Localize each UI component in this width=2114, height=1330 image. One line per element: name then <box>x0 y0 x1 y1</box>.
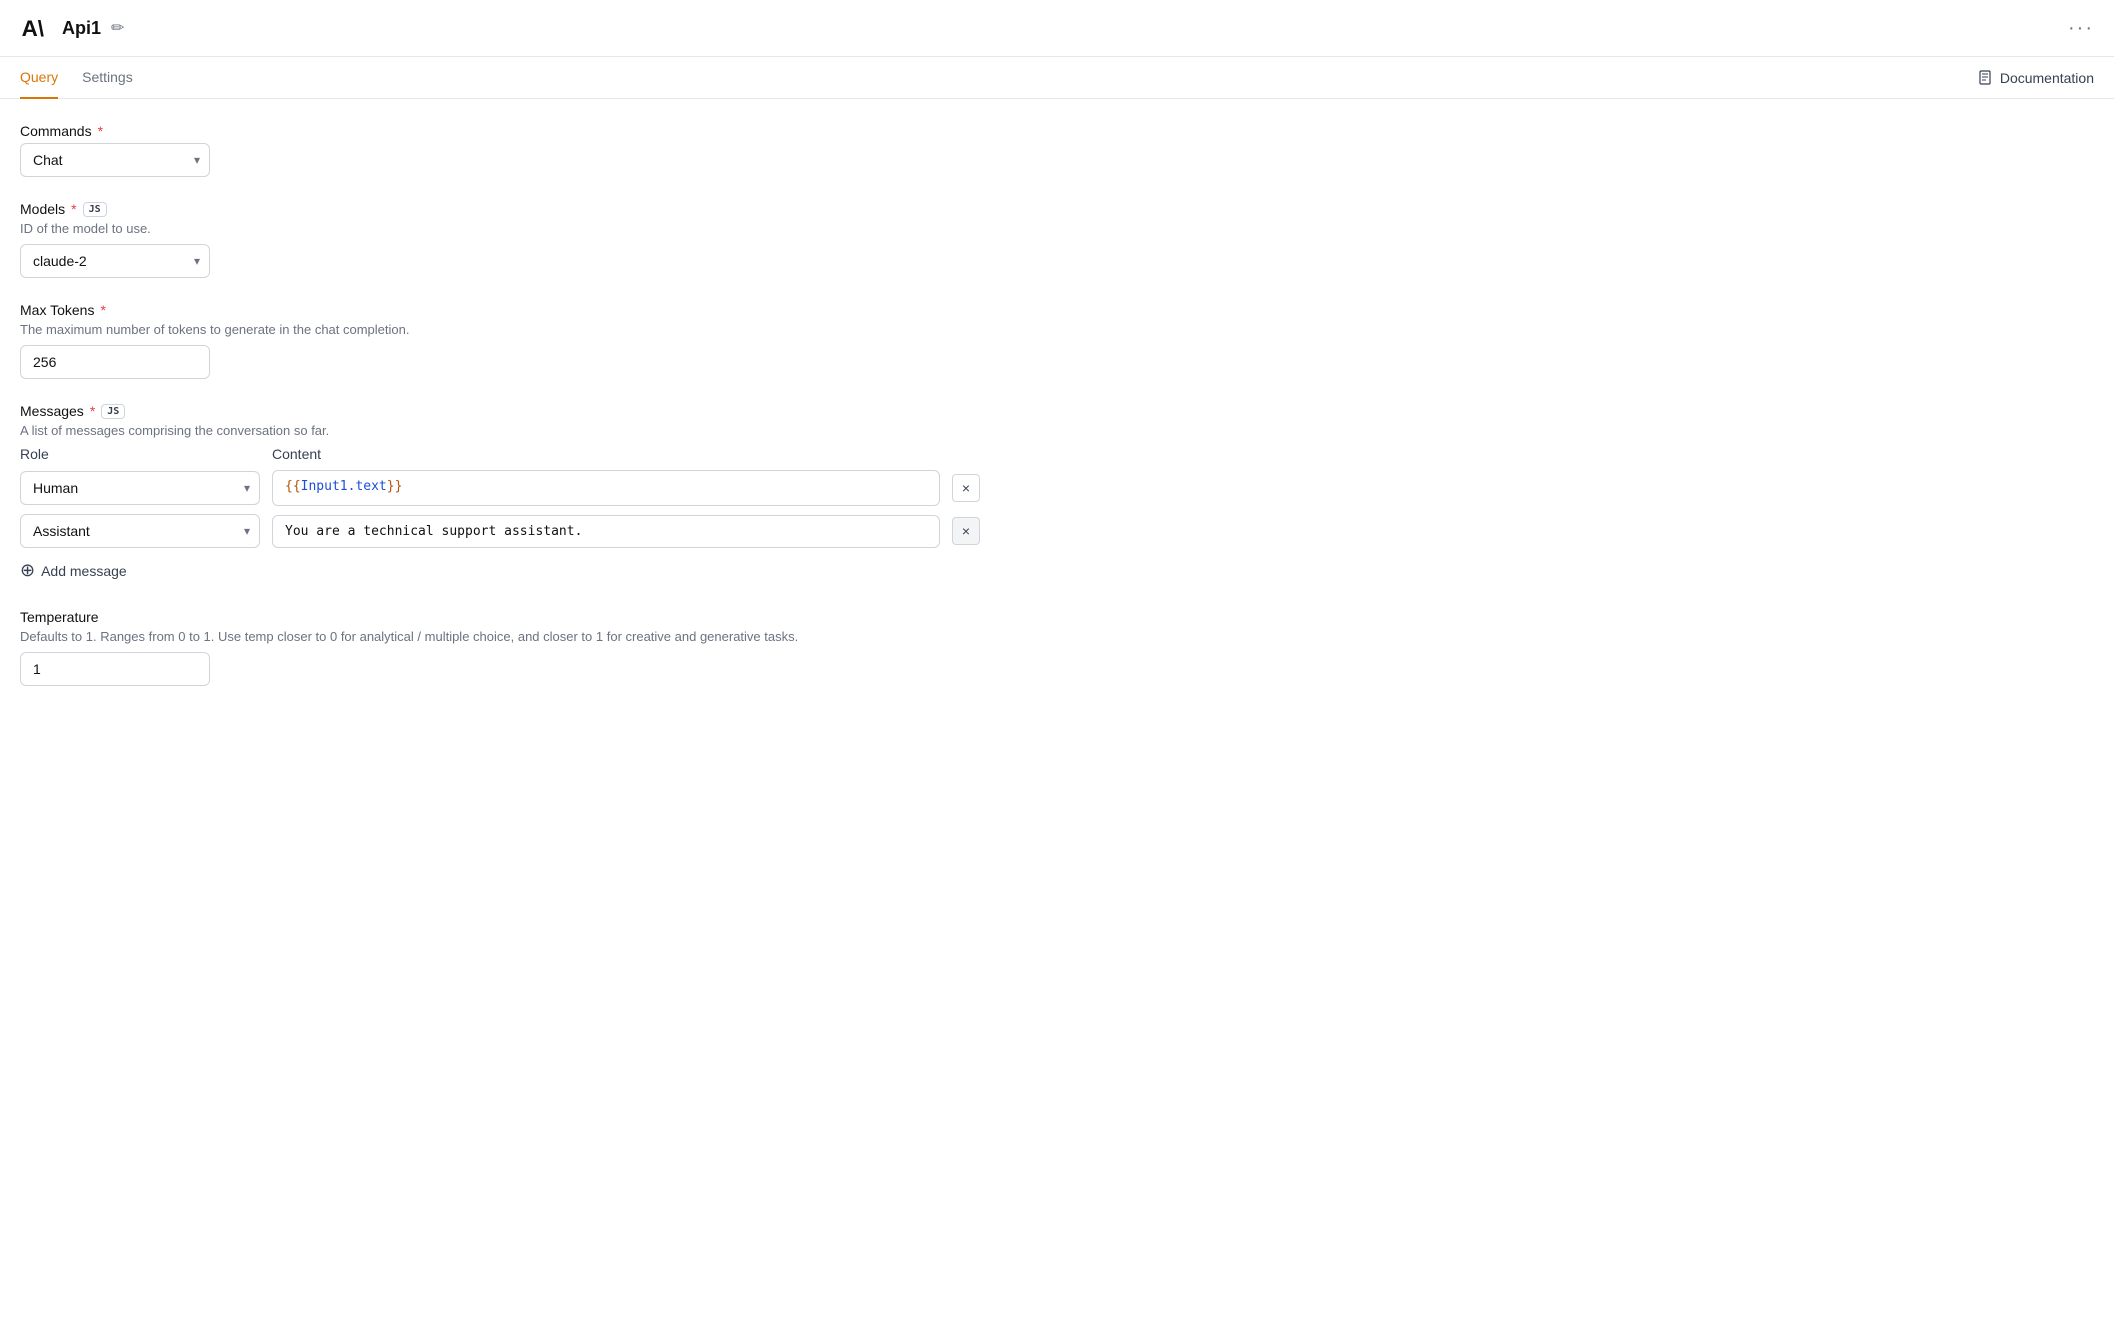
tabs-bar: Query Settings Documentation <box>0 57 2114 99</box>
messages-label: Messages* JS <box>20 403 980 419</box>
commands-section: Commands* Chat ▾ <box>20 123 980 177</box>
max-tokens-label: Max Tokens* <box>20 302 980 318</box>
edit-icon[interactable]: ✏ <box>111 18 124 38</box>
messages-column-headers: Role Content <box>20 446 980 462</box>
max-tokens-required-star: * <box>100 302 105 318</box>
remove-message-button-2[interactable]: × <box>952 517 980 545</box>
models-required-star: * <box>71 201 76 217</box>
anthropic-logo-icon: A\ <box>20 12 52 44</box>
add-circle-icon: ⊕ <box>20 560 35 581</box>
max-tokens-section: Max Tokens* The maximum number of tokens… <box>20 302 980 379</box>
template-close-1: }} <box>387 479 403 494</box>
temperature-description: Defaults to 1. Ranges from 0 to 1. Use t… <box>20 629 980 644</box>
commands-required-star: * <box>98 123 103 139</box>
role-select-1[interactable]: Human Assistant <box>20 471 260 505</box>
content-col-header: Content <box>272 446 980 462</box>
commands-label: Commands* <box>20 123 980 139</box>
temperature-label: Temperature <box>20 609 980 625</box>
table-row: Human Assistant ▾ You are a technical su… <box>20 514 980 548</box>
models-description: ID of the model to use. <box>20 221 980 236</box>
add-message-button[interactable]: ⊕ Add message <box>20 556 127 585</box>
messages-required-star: * <box>90 403 95 419</box>
messages-js-badge: JS <box>101 404 125 419</box>
temperature-input[interactable] <box>20 652 210 686</box>
role-select-wrapper-2: Human Assistant ▾ <box>20 514 260 548</box>
commands-select-wrapper: Chat ▾ <box>20 143 210 177</box>
messages-section: Messages* JS A list of messages comprisi… <box>20 403 980 585</box>
header-left: A\ Api1 ✏ <box>20 12 124 44</box>
commands-select[interactable]: Chat <box>20 143 210 177</box>
messages-description: A list of messages comprising the conver… <box>20 423 980 438</box>
models-js-badge: JS <box>83 202 107 217</box>
models-label: Models* JS <box>20 201 980 217</box>
add-message-label: Add message <box>41 563 127 579</box>
content-display-2[interactable]: You are a technical support assistant. <box>272 515 940 548</box>
book-icon <box>1978 70 1994 86</box>
models-section: Models* JS ID of the model to use. claud… <box>20 201 980 278</box>
documentation-link[interactable]: Documentation <box>1978 70 2094 86</box>
max-tokens-description: The maximum number of tokens to generate… <box>20 322 980 337</box>
main-content: Commands* Chat ▾ Models* JS ID of the mo… <box>0 99 1000 734</box>
header: A\ Api1 ✏ ··· <box>0 0 2114 57</box>
svg-text:A\: A\ <box>22 16 45 41</box>
template-var-1: Input1.text <box>301 479 387 494</box>
more-options-button[interactable]: ··· <box>2068 17 2094 40</box>
tabs-left: Query Settings <box>20 57 133 98</box>
template-open-1: {{ <box>285 479 301 494</box>
table-row: Human Assistant ▾ {{Input1.text}} × <box>20 470 980 506</box>
app-title: Api1 <box>62 18 101 39</box>
role-select-2[interactable]: Human Assistant <box>20 514 260 548</box>
temperature-section: Temperature Defaults to 1. Ranges from 0… <box>20 609 980 686</box>
models-select[interactable]: claude-2 <box>20 244 210 278</box>
max-tokens-input[interactable] <box>20 345 210 379</box>
remove-message-button-1[interactable]: × <box>952 474 980 502</box>
tab-settings[interactable]: Settings <box>82 57 133 99</box>
role-col-header: Role <box>20 446 260 462</box>
models-select-wrapper: claude-2 ▾ <box>20 244 210 278</box>
tab-query[interactable]: Query <box>20 57 58 99</box>
content-display-1[interactable]: {{Input1.text}} <box>272 470 940 506</box>
role-select-wrapper-1: Human Assistant ▾ <box>20 471 260 505</box>
documentation-label: Documentation <box>2000 70 2094 86</box>
